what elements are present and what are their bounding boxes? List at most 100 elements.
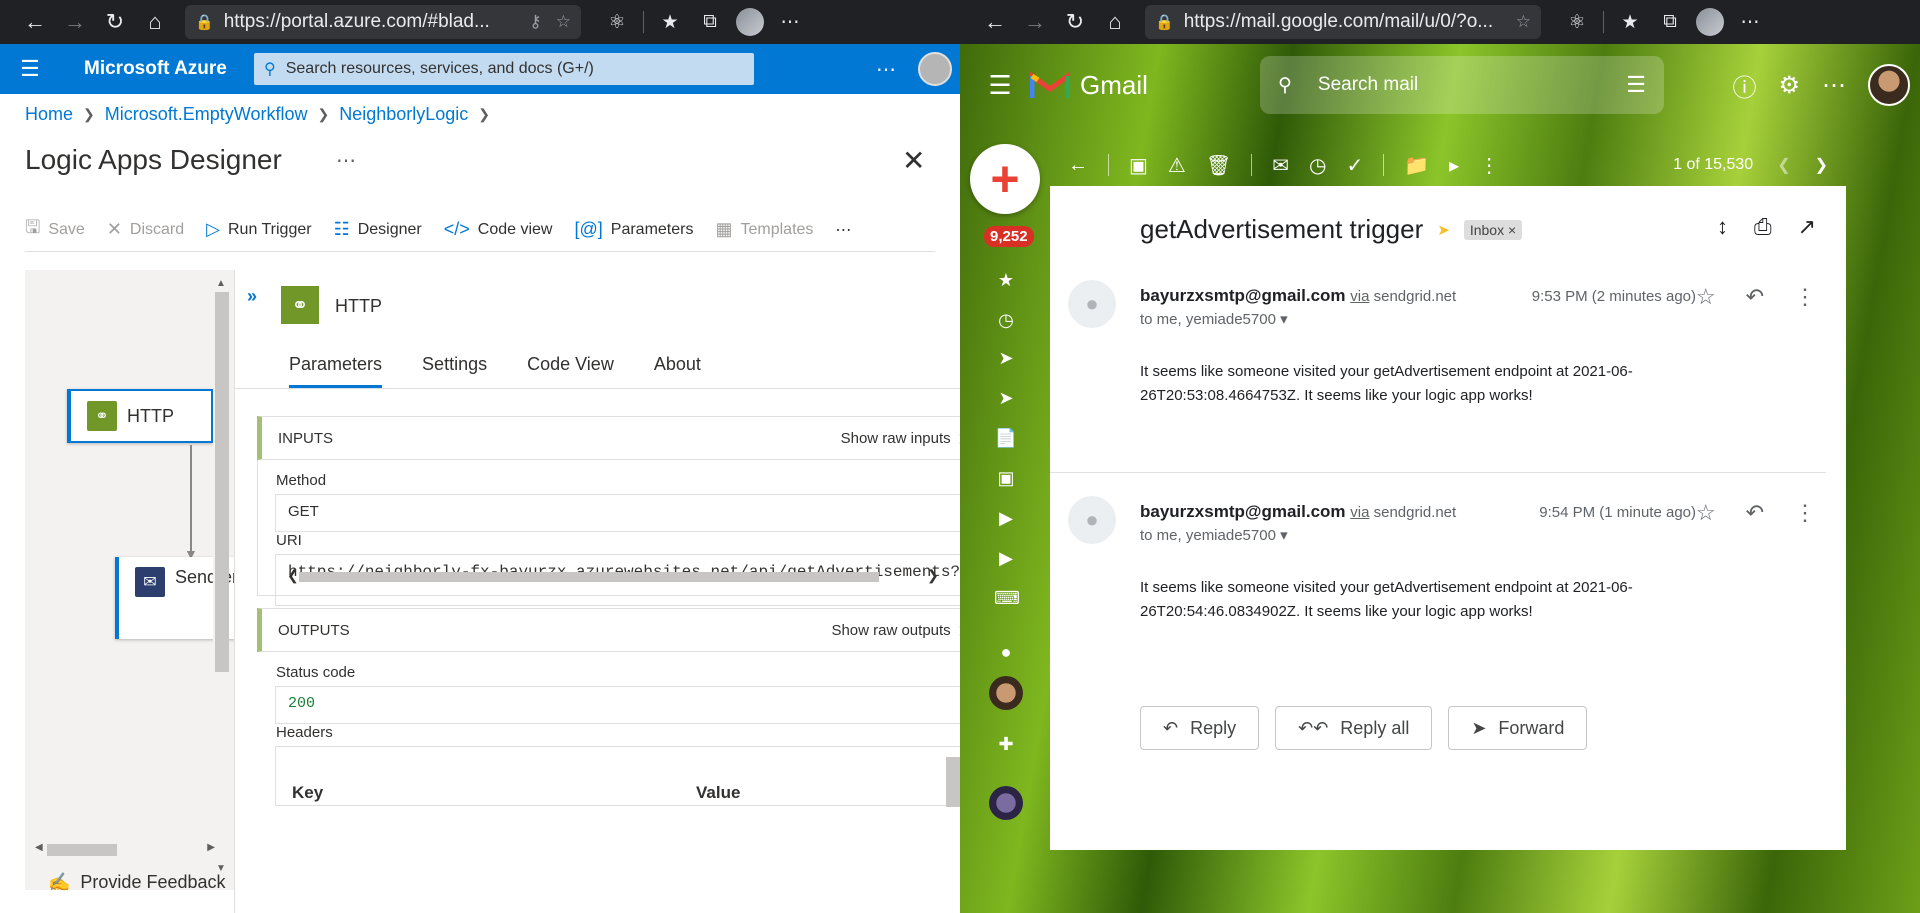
designer-canvas[interactable]: ⚭ HTTP ▼ ✉ Send email ▲ ▼ ◀ ▶ bbox=[25, 270, 911, 890]
scrollbar-thumb[interactable] bbox=[215, 292, 229, 672]
breadcrumb-home[interactable]: Home bbox=[25, 104, 73, 125]
inbox-label-chip[interactable]: Inbox × bbox=[1463, 219, 1523, 240]
recipients[interactable]: to me, yemiade5700 ▾ bbox=[1140, 310, 1288, 328]
reply-button[interactable]: ↶ Reply bbox=[1140, 706, 1260, 750]
parameters-button[interactable]: [@] Parameters bbox=[574, 219, 693, 240]
browser-profile-avatar[interactable] bbox=[736, 8, 764, 36]
azure-search-input[interactable]: ⚲ Search resources, services, and docs (… bbox=[254, 53, 754, 85]
scrollbar-thumb[interactable] bbox=[47, 844, 117, 856]
importance-marker-icon[interactable]: ➤ bbox=[1437, 221, 1450, 239]
collapse-all-icon[interactable]: ↕ bbox=[1717, 214, 1728, 240]
hangouts-icon[interactable]: ● bbox=[994, 642, 1018, 663]
older-chevron-icon[interactable]: ❯ bbox=[1815, 155, 1828, 175]
uri-horizontal-scrollbar[interactable]: ❮ ❯ bbox=[287, 567, 947, 584]
right-address-bar[interactable]: 🔒 https://mail.google.com/mail/u/0/?o...… bbox=[1145, 5, 1541, 39]
reply-icon[interactable]: ↶ bbox=[1746, 284, 1764, 310]
main-menu-icon[interactable]: ☰ bbox=[970, 70, 1030, 101]
table-scrollbar[interactable] bbox=[946, 757, 960, 807]
search-icon[interactable]: ⚲ bbox=[1278, 74, 1292, 97]
tab-code-view[interactable]: Code View bbox=[527, 354, 614, 375]
http-step-card[interactable]: ⚭ HTTP bbox=[67, 389, 213, 443]
favorites-icon[interactable]: ★ bbox=[650, 11, 690, 34]
snooze-icon[interactable]: ◷ bbox=[1309, 153, 1326, 178]
scroll-right-icon[interactable]: ❯ bbox=[927, 567, 939, 584]
add-favorite-icon[interactable]: ☆ bbox=[556, 12, 571, 32]
run-trigger-button[interactable]: ▷ Run Trigger bbox=[206, 219, 311, 240]
close-icon[interactable]: ✕ bbox=[902, 144, 925, 177]
settings-gear-icon[interactable]: ⚙ bbox=[1778, 71, 1800, 100]
forward-icon[interactable]: → bbox=[55, 4, 95, 40]
title-more-icon[interactable]: ⋯ bbox=[336, 148, 356, 173]
new-chat-icon[interactable]: ✚ bbox=[994, 734, 1018, 755]
browser-profile-avatar[interactable] bbox=[1696, 8, 1724, 36]
gmail-logo[interactable]: Gmail bbox=[1030, 70, 1260, 101]
show-raw-inputs-link[interactable]: Show raw inputs › bbox=[841, 425, 960, 451]
star-icon[interactable]: ☆ bbox=[1696, 500, 1716, 526]
designer-button[interactable]: ☷ Designer bbox=[334, 219, 422, 240]
add-task-icon[interactable]: ✓ bbox=[1346, 153, 1363, 178]
tab-about[interactable]: About bbox=[654, 354, 701, 375]
apps-grid-icon[interactable]: ⋯ bbox=[1822, 71, 1846, 100]
code-view-button[interactable]: </> Code view bbox=[444, 219, 553, 240]
breadcrumb-workflow[interactable]: Microsoft.EmptyWorkflow bbox=[105, 104, 308, 125]
scroll-up-icon[interactable]: ▲ bbox=[216, 278, 226, 289]
drafts-icon[interactable]: 📄 bbox=[994, 428, 1018, 449]
contact-avatar[interactable] bbox=[989, 676, 1023, 710]
more-icon[interactable]: ⋮ bbox=[1794, 284, 1816, 310]
more-icon[interactable]: ⋮ bbox=[1794, 500, 1816, 526]
account-avatar[interactable] bbox=[1868, 64, 1910, 106]
meet-camera-icon[interactable]: ▶ bbox=[994, 548, 1018, 569]
refresh-icon[interactable]: ↻ bbox=[1055, 4, 1095, 40]
tab-settings[interactable]: Settings bbox=[422, 354, 487, 375]
report-spam-icon[interactable]: ⚠ bbox=[1168, 153, 1186, 178]
canvas-vertical-scrollbar[interactable]: ▲ ▼ bbox=[213, 278, 229, 874]
left-address-bar[interactable]: 🔒 https://portal.azure.com/#blad... ⚷ ☆ bbox=[185, 5, 581, 39]
canvas-horizontal-scrollbar[interactable]: ◀ ▶ bbox=[35, 842, 215, 856]
search-options-icon[interactable]: ☰ bbox=[1626, 72, 1646, 98]
hamburger-menu-icon[interactable]: ☰ bbox=[0, 56, 60, 82]
home-icon[interactable]: ⌂ bbox=[135, 4, 175, 40]
sent-icon[interactable]: ➤ bbox=[994, 388, 1018, 409]
collapse-panel-icon[interactable]: » bbox=[247, 286, 257, 307]
reply-all-button[interactable]: ↶↶ Reply all bbox=[1275, 706, 1433, 750]
reply-icon[interactable]: ↶ bbox=[1746, 500, 1764, 526]
compose-button[interactable]: + bbox=[970, 144, 1040, 214]
label-icon[interactable]: ▣ bbox=[994, 468, 1018, 489]
snoozed-clock-icon[interactable]: ◷ bbox=[994, 310, 1018, 331]
starred-icon[interactable]: ★ bbox=[994, 270, 1018, 291]
extension-icon[interactable]: ⚛ bbox=[597, 11, 637, 34]
add-favorite-icon[interactable]: ☆ bbox=[1516, 12, 1531, 32]
tab-parameters[interactable]: Parameters bbox=[289, 354, 383, 388]
scroll-left-icon[interactable]: ❮ bbox=[287, 567, 299, 584]
search-mail-input[interactable]: ⚲ Search mail ☰ bbox=[1260, 56, 1664, 114]
more-options-icon[interactable]: ⋯ bbox=[876, 57, 896, 82]
scroll-right-icon[interactable]: ▶ bbox=[207, 842, 215, 853]
discard-button[interactable]: ✕ Discard bbox=[107, 219, 184, 240]
recipients[interactable]: to me, yemiade5700 ▾ bbox=[1140, 526, 1288, 544]
favorites-icon[interactable]: ★ bbox=[1610, 11, 1650, 34]
save-button[interactable]: 🖫 Save bbox=[25, 215, 85, 245]
templates-button[interactable]: ▦ Templates bbox=[715, 219, 813, 240]
collections-icon[interactable]: ⧉ bbox=[690, 11, 730, 33]
meet-video-icon[interactable]: ▶ bbox=[994, 508, 1018, 529]
newer-chevron-icon[interactable]: ❮ bbox=[1777, 155, 1790, 175]
scrollbar-thumb[interactable] bbox=[299, 572, 879, 582]
message-2[interactable]: ● bayurzxsmtp@gmail.com via sendgrid.net… bbox=[1050, 496, 1846, 676]
collections-icon[interactable]: ⧉ bbox=[1650, 11, 1690, 33]
open-new-window-icon[interactable]: ↗ bbox=[1798, 214, 1816, 240]
more-actions-icon[interactable]: ⋮ bbox=[1479, 153, 1499, 178]
move-to-icon[interactable]: 📁 bbox=[1404, 153, 1429, 178]
via-link[interactable]: via bbox=[1350, 504, 1369, 521]
forward-icon[interactable]: → bbox=[1015, 4, 1055, 40]
back-icon[interactable]: ← bbox=[15, 4, 55, 40]
archive-icon[interactable]: ▣ bbox=[1129, 153, 1148, 178]
delete-icon[interactable]: 🗑 bbox=[1206, 153, 1231, 178]
breadcrumb-logic-app[interactable]: NeighborlyLogic bbox=[339, 104, 468, 125]
extension-icon[interactable]: ⚛ bbox=[1557, 11, 1597, 34]
contact-avatar[interactable] bbox=[989, 786, 1023, 820]
back-to-inbox-icon[interactable]: ← bbox=[1068, 154, 1088, 177]
print-icon[interactable]: ⎙ bbox=[1754, 214, 1772, 240]
forward-button[interactable]: ➤ Forward bbox=[1448, 706, 1588, 750]
scroll-left-icon[interactable]: ◀ bbox=[35, 842, 43, 853]
mark-unread-icon[interactable]: ✉ bbox=[1272, 153, 1289, 178]
